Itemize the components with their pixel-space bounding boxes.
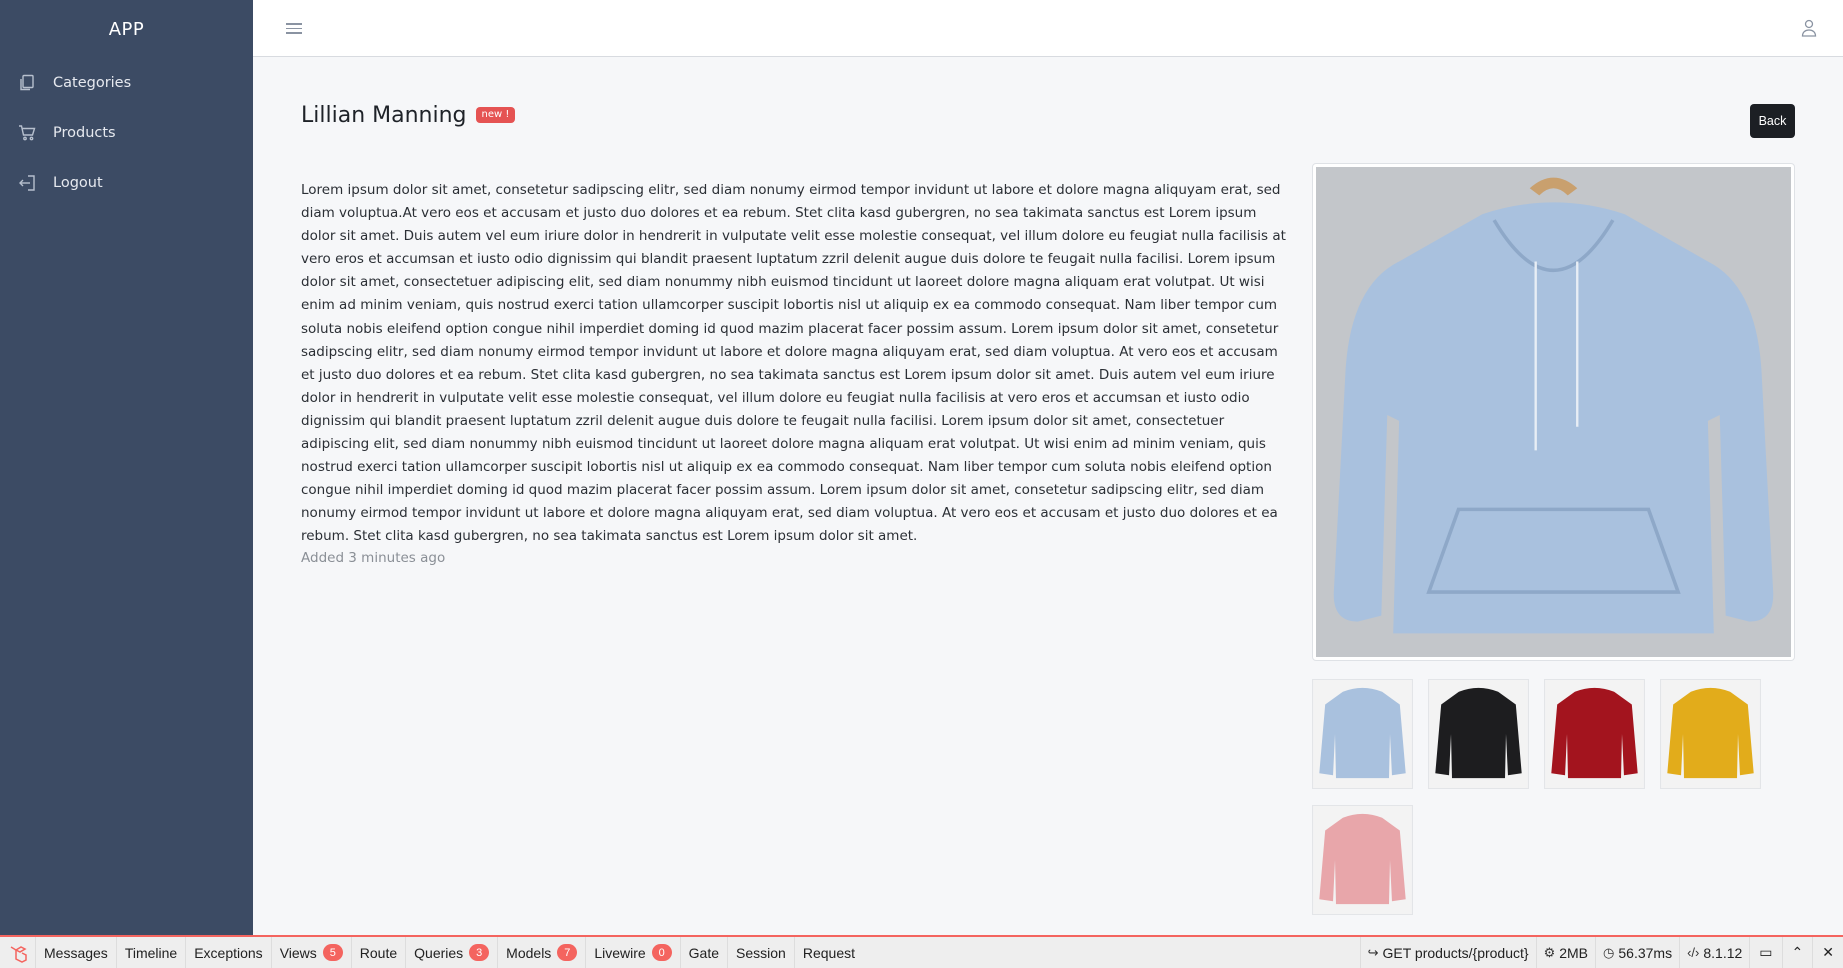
thumbnail-light-blue[interactable]	[1312, 679, 1413, 789]
folder-open-icon[interactable]: ▭	[1749, 937, 1781, 968]
thumbnail-pink[interactable]	[1312, 805, 1413, 915]
debugbar-tab-queries[interactable]: Queries 3	[406, 937, 499, 968]
route-text: GET products/{product}	[1382, 944, 1529, 961]
tab-label: Request	[802, 944, 855, 961]
tab-label: Livewire	[594, 944, 646, 961]
debugbar-tab-session[interactable]: Session	[728, 937, 795, 968]
time-text: 56.37ms	[1618, 944, 1673, 961]
debugbar-php: ‹/› 8.1.12	[1679, 937, 1749, 968]
chevron-up-icon[interactable]: ⌃	[1781, 937, 1813, 968]
debugbar: Messages Timeline Exceptions Views 5 Rout…	[0, 935, 1843, 968]
sidebar-item-label: Products	[53, 125, 116, 141]
count-badge: 5	[322, 944, 343, 961]
debugbar-tab-models[interactable]: Models 7	[498, 937, 587, 968]
count-badge: 7	[557, 944, 578, 961]
thumbnail-yellow[interactable]	[1660, 679, 1761, 789]
new-badge: new !	[475, 107, 516, 123]
tab-label: Gate	[688, 944, 720, 961]
added-timestamp: Added 3 minutes ago	[301, 550, 446, 566]
debugbar-tab-views[interactable]: Views 5	[272, 937, 352, 968]
cart-icon	[18, 124, 36, 142]
hoodie-image	[1316, 167, 1791, 657]
main-content: Lillian Manning new ! Back Lorem ipsum d…	[253, 57, 1843, 935]
page-title: Lillian Manning	[301, 103, 467, 128]
main-product-image	[1312, 163, 1795, 661]
php-version-text: 8.1.12	[1703, 944, 1743, 961]
hamburger-icon[interactable]	[286, 20, 302, 36]
cogs-icon: ⚙	[1543, 944, 1556, 960]
debugbar-tab-messages[interactable]: Messages	[36, 937, 117, 968]
tab-label: Queries	[414, 944, 464, 961]
brand-logo[interactable]: APP	[0, 0, 253, 58]
tab-label: Views	[279, 944, 317, 961]
clock-icon: ◷	[1603, 944, 1615, 960]
debugbar-tab-gate[interactable]: Gate	[681, 937, 729, 968]
debugbar-memory: ⚙ 2MB	[1535, 937, 1595, 968]
code-icon: ‹/›	[1687, 945, 1700, 960]
tab-label: Route	[359, 944, 398, 961]
count-badge: 0	[651, 944, 672, 961]
tab-label: Models	[506, 944, 552, 961]
laravel-logo-icon[interactable]	[0, 937, 36, 968]
debugbar-route[interactable]: ↪ GET products/{product}	[1359, 937, 1536, 968]
tab-label: Exceptions	[194, 944, 263, 961]
debugbar-status: ↪ GET products/{product} ⚙ 2MB ◷ 56.37ms ‹/…	[1359, 937, 1843, 968]
count-badge: 3	[469, 944, 490, 961]
sidebar-item-label: Categories	[53, 75, 132, 91]
thumbnail-black[interactable]	[1428, 679, 1529, 789]
thumbnail-red[interactable]	[1544, 679, 1645, 789]
logout-icon	[18, 174, 36, 192]
title-row: Lillian Manning new !	[301, 103, 516, 128]
debugbar-tab-timeline[interactable]: Timeline	[117, 937, 187, 968]
product-description: Lorem ipsum dolor sit amet, consetetur s…	[301, 182, 1286, 545]
sidebar-item-logout[interactable]: Logout	[0, 158, 253, 208]
memory-text: 2MB	[1559, 944, 1589, 961]
sidebar-item-label: Logout	[53, 175, 103, 191]
user-icon[interactable]	[1801, 19, 1817, 37]
debugbar-tab-route[interactable]: Route	[352, 937, 407, 968]
file-copy-icon	[18, 74, 36, 92]
close-icon[interactable]: ✕	[1812, 937, 1843, 968]
debugbar-tab-request[interactable]: Request	[795, 937, 863, 968]
tab-label: Session	[736, 944, 786, 961]
share-icon: ↪	[1367, 944, 1379, 960]
sidebar-item-products[interactable]: Products	[0, 108, 253, 158]
sidebar-item-categories[interactable]: Categories	[0, 58, 253, 108]
tab-label: Timeline	[124, 944, 178, 961]
back-button[interactable]: Back	[1750, 104, 1795, 138]
sidebar: APP Categories Products Logout	[0, 0, 253, 935]
debugbar-tab-exceptions[interactable]: Exceptions	[186, 937, 272, 968]
debugbar-tab-livewire[interactable]: Livewire 0	[586, 937, 681, 968]
top-header	[253, 0, 1843, 57]
debugbar-time: ◷ 56.37ms	[1595, 937, 1679, 968]
tab-label: Messages	[44, 944, 108, 961]
